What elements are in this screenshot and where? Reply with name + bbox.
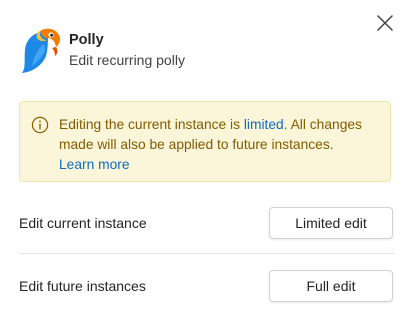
option-row-current: Edit current instance Limited edit [19, 206, 395, 240]
limited-link[interactable]: limited [244, 117, 284, 132]
edit-current-label: Edit current instance [19, 215, 147, 231]
divider [19, 253, 395, 254]
close-button[interactable] [372, 10, 398, 36]
dialog-subtitle: Edit recurring polly [69, 52, 185, 68]
limited-edit-button[interactable]: Limited edit [269, 207, 393, 239]
banner-message: Editing the current instance is limited.… [59, 115, 378, 181]
close-icon [377, 15, 393, 31]
warning-banner: Editing the current instance is limited.… [19, 101, 391, 182]
info-icon [31, 116, 49, 134]
edit-future-label: Edit future instances [19, 278, 146, 294]
banner-text-before: Editing the current instance is [59, 117, 244, 132]
edit-recurring-dialog: Polly Edit recurring polly Editing the c… [0, 0, 415, 327]
dialog-header: Polly Edit recurring polly [18, 26, 185, 74]
learn-more-link[interactable]: Learn more [59, 157, 130, 172]
full-edit-button[interactable]: Full edit [269, 270, 393, 302]
option-row-future: Edit future instances Full edit [19, 269, 395, 303]
app-name: Polly [69, 32, 104, 48]
parrot-logo-icon [22, 28, 60, 74]
